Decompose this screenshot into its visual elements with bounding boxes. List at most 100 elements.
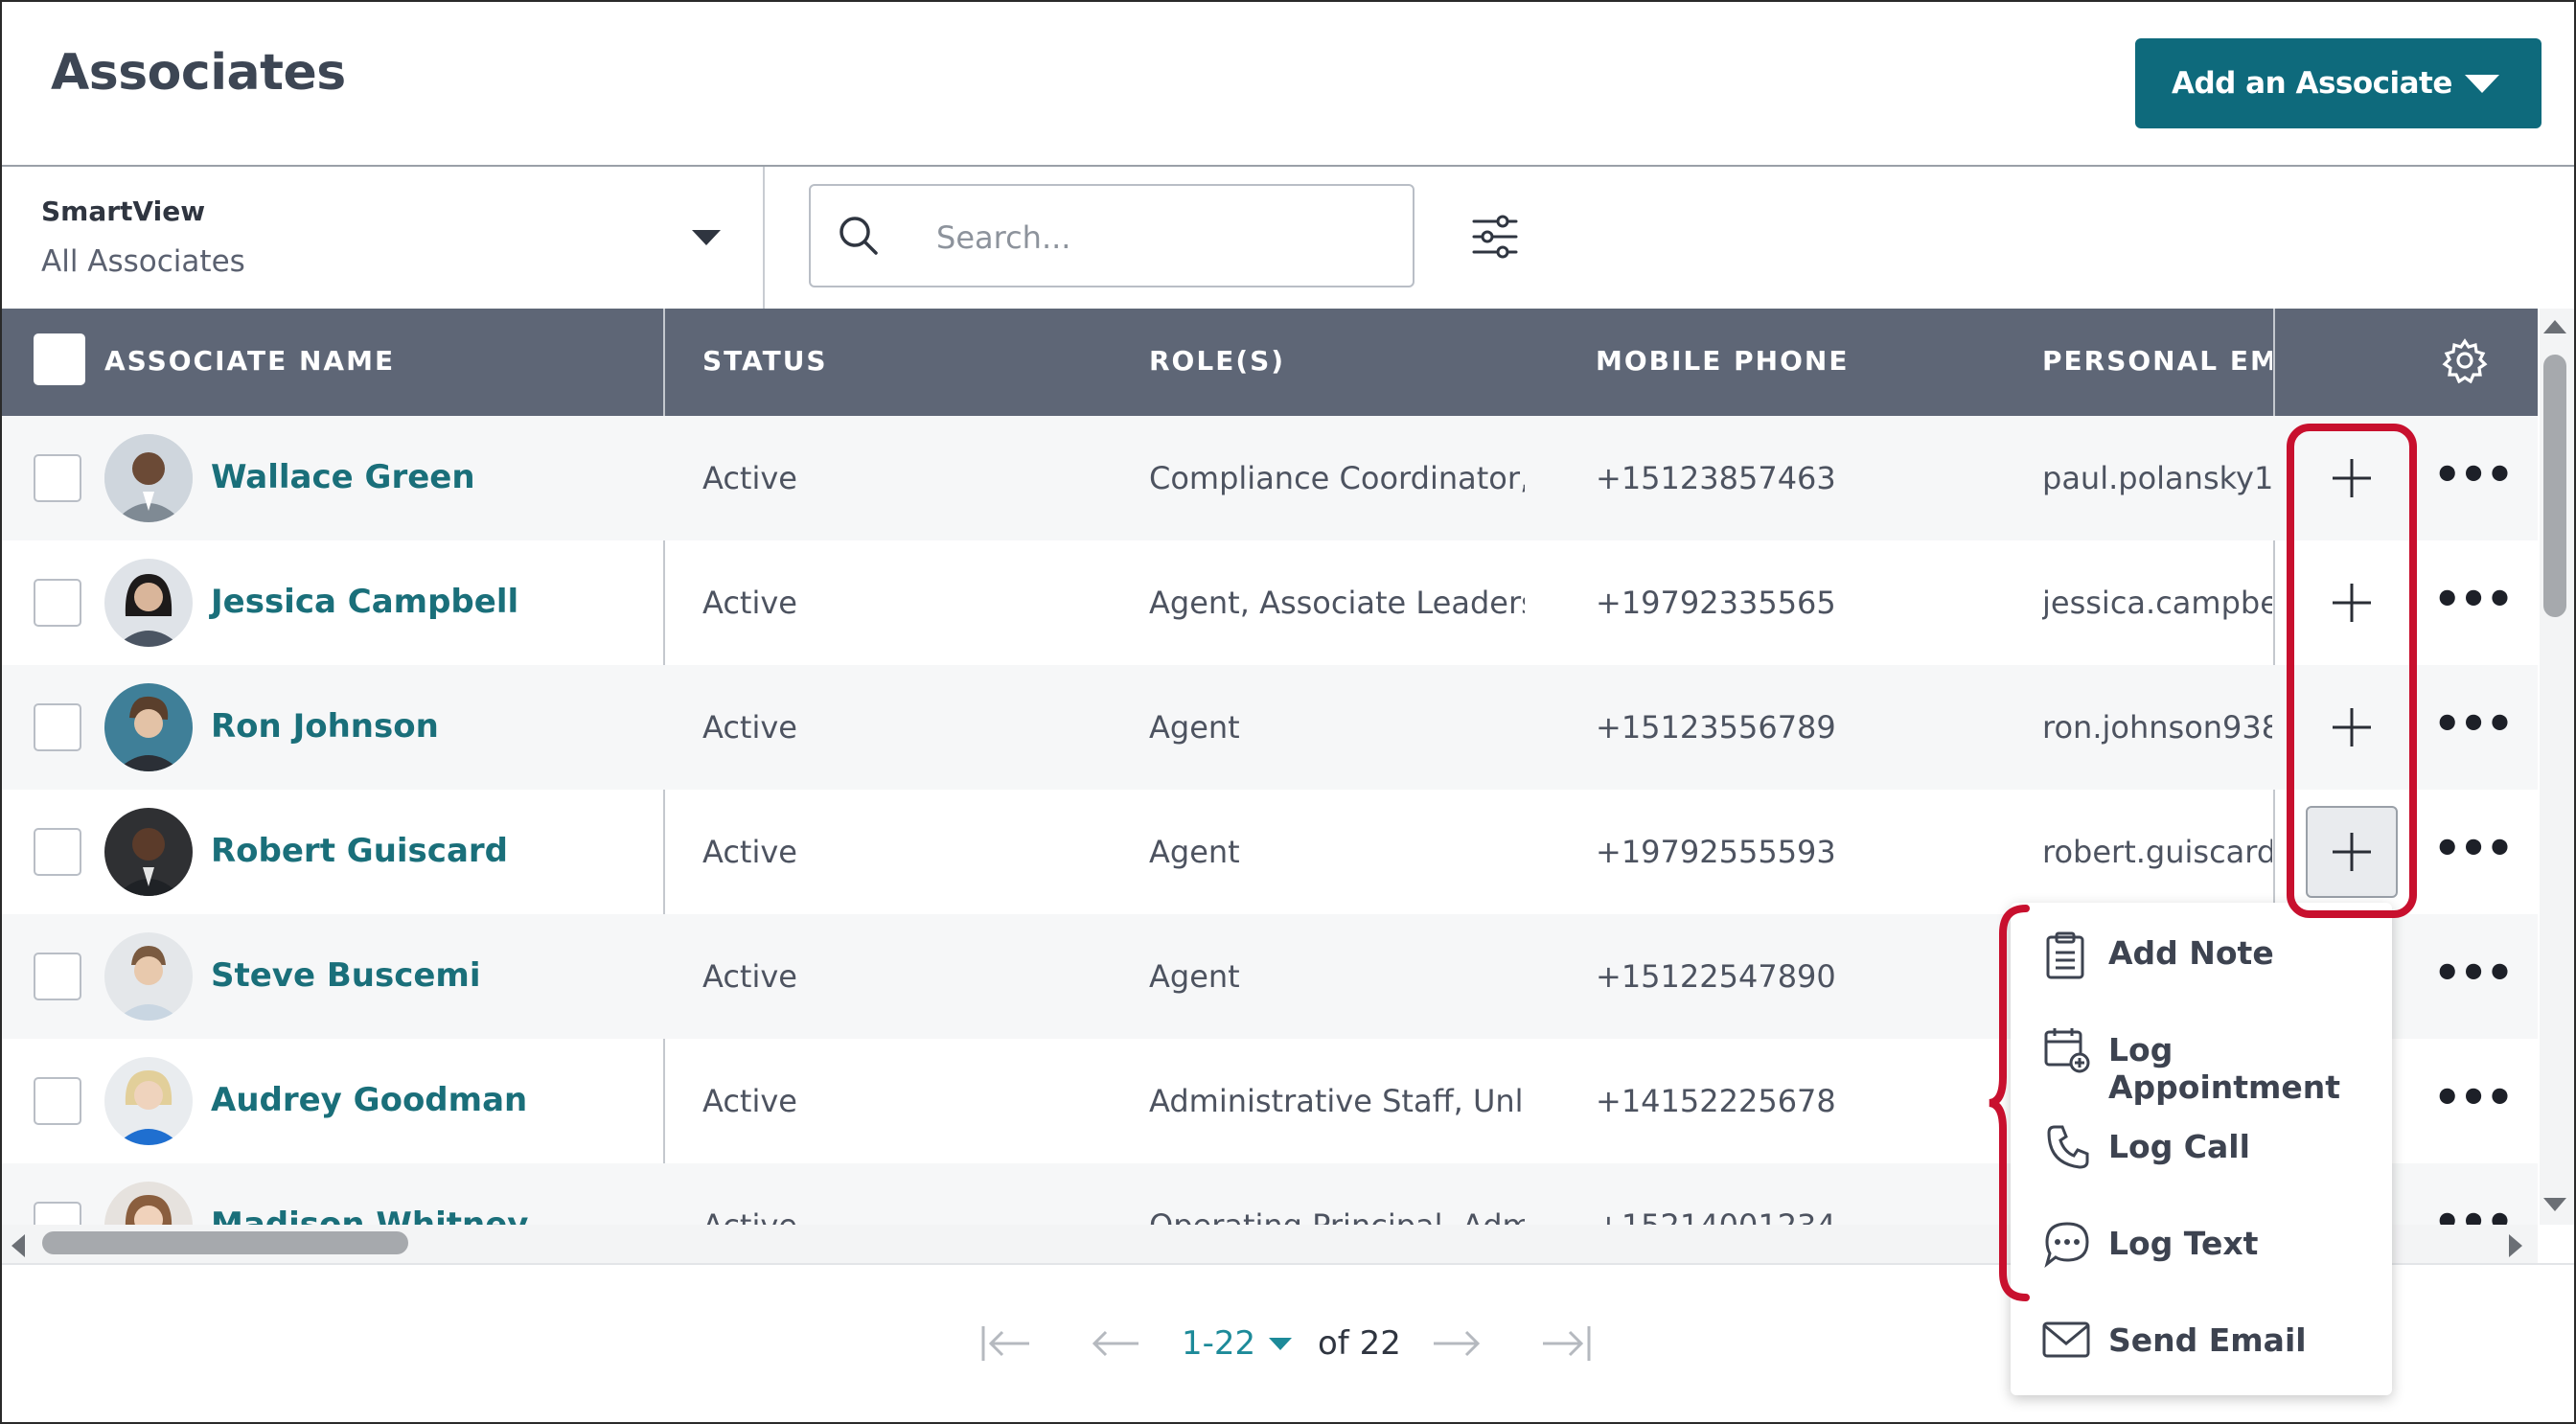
row-checkbox[interactable] xyxy=(34,454,81,502)
avatar xyxy=(104,559,193,647)
avatar xyxy=(104,683,193,771)
smartview-value: All Associates xyxy=(41,244,245,279)
column-header-associate-name[interactable]: ASSOCIATE NAME xyxy=(104,345,395,377)
filter-sliders-icon[interactable] xyxy=(1470,213,1520,261)
phone-icon xyxy=(2047,1125,2089,1169)
row-checkbox[interactable] xyxy=(34,579,81,627)
status-cell: Active xyxy=(702,1207,797,1225)
search-icon xyxy=(840,217,878,255)
smartview-label: SmartView xyxy=(41,195,206,227)
avatar xyxy=(104,932,193,1021)
phone-cell: +15214001234 xyxy=(1596,1207,1836,1225)
avatar xyxy=(104,1057,193,1145)
associate-name-link[interactable]: Steve Buscemi xyxy=(211,956,481,995)
menu-item-log-appointment[interactable]: Log Appointment xyxy=(2011,999,2392,1106)
add-associate-button[interactable]: Add an Associate xyxy=(2135,38,2542,128)
menu-item-log-call[interactable]: Log Call xyxy=(2011,1096,2392,1192)
status-cell: Active xyxy=(702,834,797,870)
page-total: of 22 xyxy=(1318,1324,1401,1363)
roles-cell: Administrative Staff, Unlic xyxy=(1149,1083,1525,1119)
row-checkbox[interactable] xyxy=(34,703,81,751)
more-dots-icon[interactable]: ••• xyxy=(2433,698,2514,749)
caret-down-icon[interactable] xyxy=(1269,1338,1292,1350)
row-checkbox[interactable] xyxy=(34,953,81,1000)
roles-cell: Agent xyxy=(1149,834,1240,870)
menu-item-label: Log Text xyxy=(2108,1225,2259,1262)
next-page-icon[interactable] xyxy=(1430,1321,1484,1367)
page-title: Associates xyxy=(51,44,346,102)
page-range-select[interactable]: 1-22 xyxy=(1182,1324,1255,1363)
column-header-status[interactable]: STATUS xyxy=(702,345,828,377)
select-all-checkbox[interactable] xyxy=(34,333,85,385)
associate-name-link[interactable]: Jessica Campbell xyxy=(211,583,518,621)
roles-cell: Operating Principal, Admi xyxy=(1149,1207,1525,1225)
caret-down-icon xyxy=(692,230,721,245)
more-dots-icon[interactable]: ••• xyxy=(2433,573,2514,625)
avatar xyxy=(104,1182,193,1225)
status-cell: Active xyxy=(702,1083,797,1119)
row-checkbox[interactable] xyxy=(34,1077,81,1125)
first-page-icon[interactable] xyxy=(979,1321,1033,1367)
more-dots-icon[interactable]: ••• xyxy=(2433,448,2514,500)
calendar-plus-icon xyxy=(2044,1028,2090,1073)
last-page-icon[interactable] xyxy=(1539,1321,1593,1367)
roles-cell: Agent, Associate Leadersh xyxy=(1149,585,1525,621)
add-associate-button-label: Add an Associate xyxy=(2172,66,2452,101)
menu-item-label: Log Call xyxy=(2108,1128,2250,1165)
table-row[interactable]: Ron Johnson Active Agent +15123556789 ro… xyxy=(2,665,2538,790)
status-cell: Active xyxy=(702,709,797,746)
prev-page-icon[interactable] xyxy=(1089,1321,1142,1367)
toolbar-divider xyxy=(763,167,765,309)
scroll-right-arrow-icon[interactable] xyxy=(2509,1234,2522,1257)
more-dots-icon[interactable]: ••• xyxy=(2433,822,2514,874)
vertical-scroll-thumb[interactable] xyxy=(2543,355,2566,617)
scroll-left-arrow-icon[interactable] xyxy=(12,1234,25,1257)
more-dots-icon[interactable]: ••• xyxy=(2433,1196,2514,1225)
table-row[interactable]: Robert Guiscard Active Agent +1979255559… xyxy=(2,790,2538,914)
menu-item-send-email[interactable]: Send Email xyxy=(2011,1290,2392,1386)
associate-name-link[interactable]: Madison Whitney xyxy=(211,1206,528,1225)
email-cell: ron.johnson9383 xyxy=(2042,709,2272,746)
caret-down-icon xyxy=(2465,75,2499,93)
menu-item-log-text[interactable]: Log Text xyxy=(2011,1193,2392,1289)
column-header-personal-email[interactable]: PERSONAL EMA xyxy=(2042,345,2272,377)
row-checkbox[interactable] xyxy=(34,1202,81,1225)
app-window: Associates Add an Associate SmartView Al… xyxy=(0,0,2576,1424)
phone-cell: +19792555593 xyxy=(1596,834,1836,870)
scroll-down-arrow-icon[interactable] xyxy=(2543,1198,2566,1211)
phone-cell: +14152225678 xyxy=(1596,1083,1836,1119)
menu-item-label: Send Email xyxy=(2108,1321,2307,1359)
associate-name-link[interactable]: Audrey Goodman xyxy=(211,1081,527,1119)
highlight-menu-bracket xyxy=(1989,905,2030,1301)
highlight-quick-add-column xyxy=(2287,424,2417,918)
more-dots-icon[interactable]: ••• xyxy=(2433,947,2514,999)
phone-cell: +15123556789 xyxy=(1596,709,1836,746)
avatar xyxy=(104,434,193,522)
envelope-icon xyxy=(2042,1321,2090,1358)
smartview-select[interactable]: SmartView All Associates xyxy=(2,167,765,309)
roles-cell: Compliance Coordinator, M xyxy=(1149,460,1525,496)
gear-icon[interactable] xyxy=(2442,337,2488,383)
associate-name-link[interactable]: Robert Guiscard xyxy=(211,832,508,870)
search-input[interactable]: Search... xyxy=(936,219,1070,256)
scroll-up-arrow-icon[interactable] xyxy=(2543,320,2566,333)
horizontal-scroll-thumb[interactable] xyxy=(42,1231,408,1254)
search-box[interactable] xyxy=(809,184,1414,287)
email-cell: robert.guiscard2 xyxy=(2042,834,2272,870)
table-row[interactable]: Wallace Green Active Compliance Coordina… xyxy=(2,416,2538,540)
column-header-roles[interactable]: ROLE(S) xyxy=(1149,345,1285,377)
row-checkbox[interactable] xyxy=(34,828,81,876)
phone-cell: +15122547890 xyxy=(1596,958,1836,995)
associate-name-link[interactable]: Ron Johnson xyxy=(211,707,439,746)
avatar xyxy=(104,808,193,896)
phone-cell: +19792335565 xyxy=(1596,585,1836,621)
more-dots-icon[interactable]: ••• xyxy=(2433,1071,2514,1123)
roles-cell: Agent xyxy=(1149,958,1240,995)
email-cell: paul.polansky12 xyxy=(2042,460,2272,496)
chat-bubble-icon xyxy=(2044,1222,2089,1268)
status-cell: Active xyxy=(702,585,797,621)
column-header-mobile-phone[interactable]: MOBILE PHONE xyxy=(1596,345,1849,377)
email-cell: jessica.campbell xyxy=(2042,585,2272,621)
associate-name-link[interactable]: Wallace Green xyxy=(211,458,475,496)
table-row[interactable]: Jessica Campbell Active Agent, Associate… xyxy=(2,540,2538,665)
